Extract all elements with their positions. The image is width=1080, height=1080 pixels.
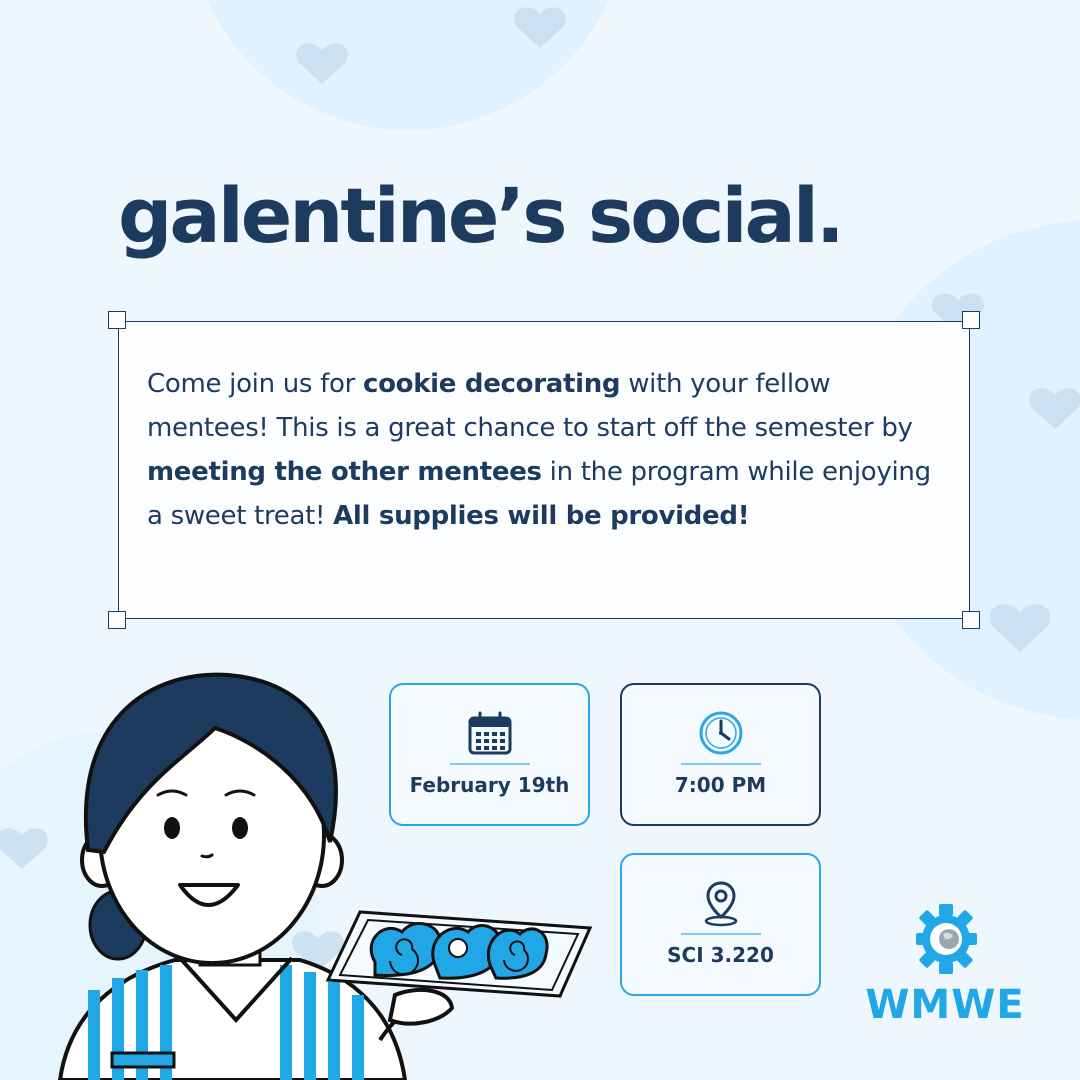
clock-icon (699, 711, 742, 755)
location-pin-icon (704, 881, 737, 927)
corner-handle (108, 311, 126, 329)
event-location: SCI 3.220 (667, 943, 774, 967)
wmwe-logo: WMWE (850, 900, 1040, 1040)
corner-handle (962, 311, 980, 329)
description-highlight: All supplies will be provided! (333, 501, 750, 531)
card-divider (680, 933, 761, 935)
corner-handle (108, 611, 126, 629)
description-text: Come join us for (147, 369, 363, 399)
gear-globe-icon (916, 904, 977, 974)
corner-handle (962, 611, 980, 629)
description-box: Come join us for cookie decorating with … (108, 311, 980, 629)
event-title: galentine’s social. (118, 171, 845, 260)
character-illustration (57, 672, 593, 1080)
logo-text: WMWE (865, 982, 1025, 1028)
event-description: Come join us for cookie decorating with … (147, 362, 947, 538)
description-highlight: cookie decorating (362, 369, 621, 399)
location-card: SCI 3.220 (620, 853, 821, 996)
card-divider (680, 763, 761, 765)
event-flyer: galentine’s social. Come join us for coo… (0, 0, 1080, 1080)
time-card: 7:00 PM (620, 683, 821, 826)
description-highlight: meeting the other mentees (147, 457, 542, 487)
event-time: 7:00 PM (674, 773, 767, 797)
